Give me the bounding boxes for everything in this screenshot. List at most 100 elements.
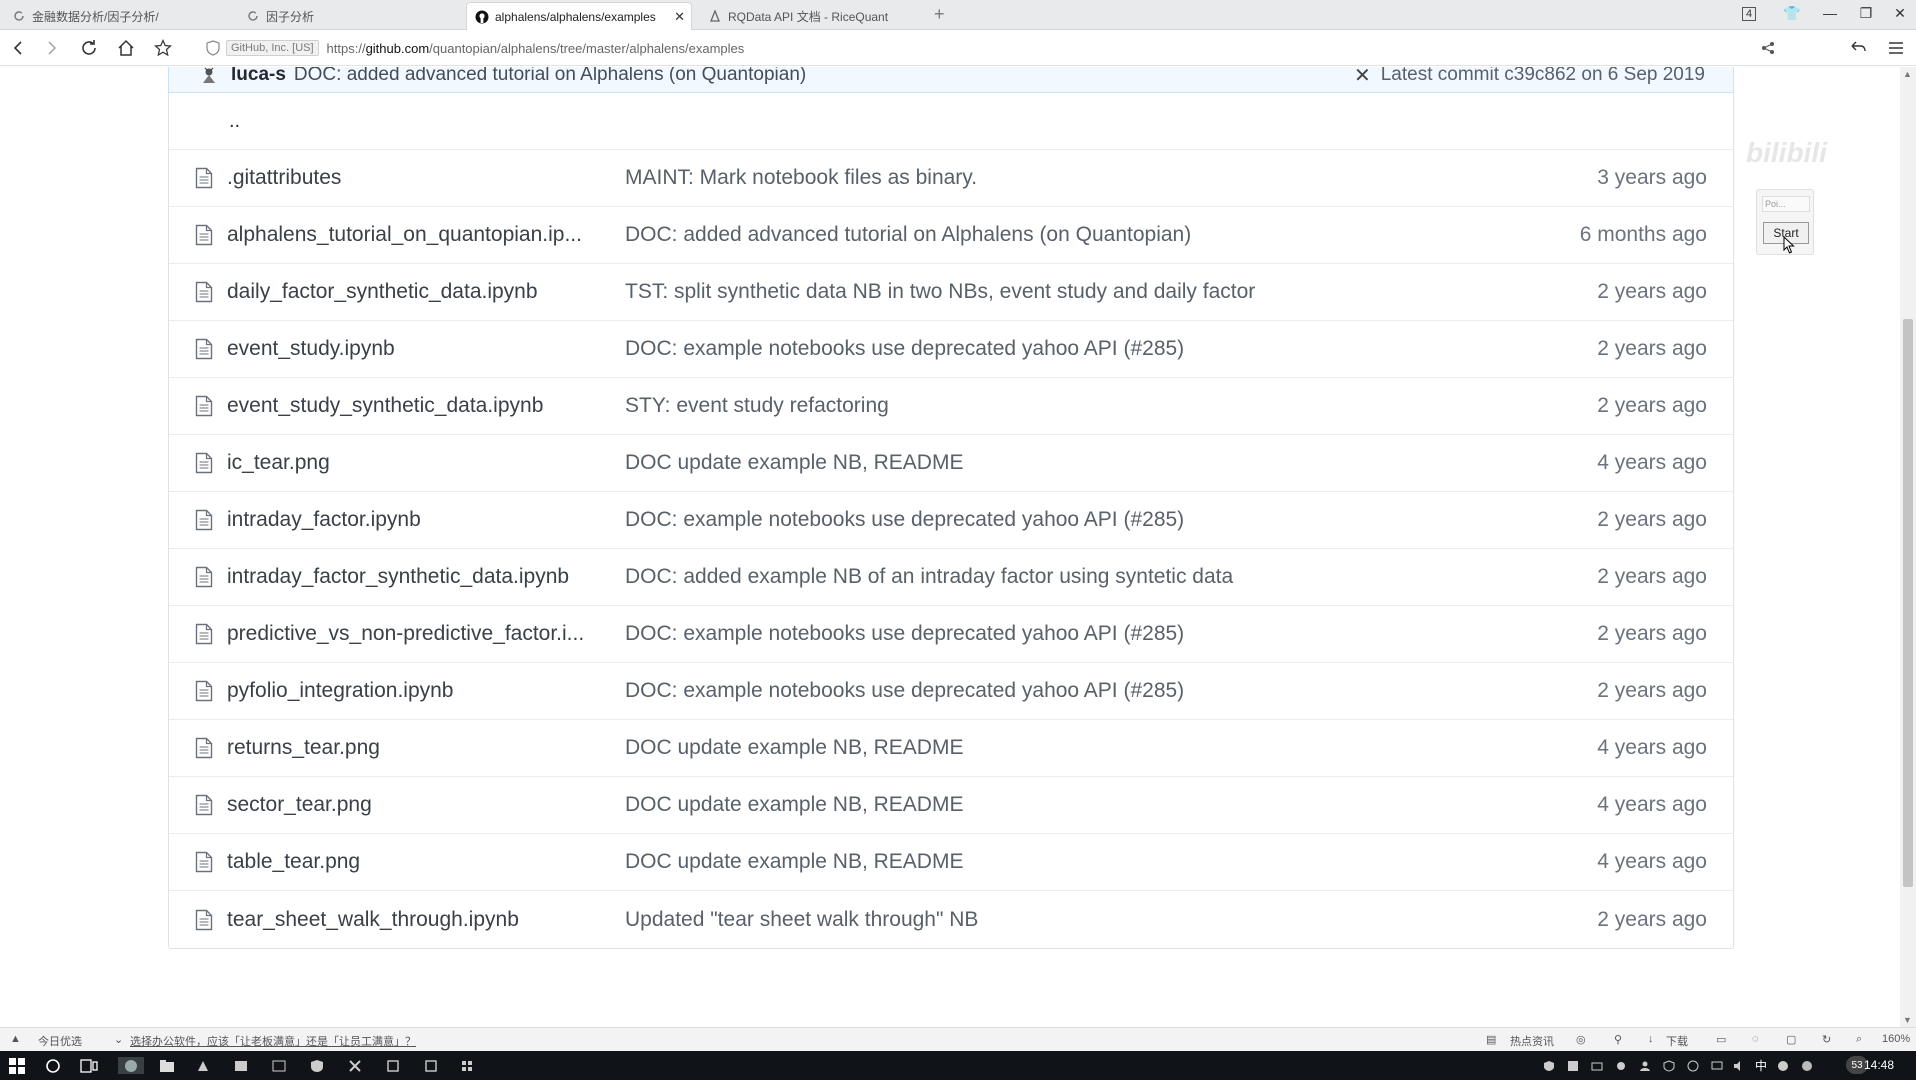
search-icon[interactable]	[44, 1057, 62, 1074]
commit-message-link[interactable]: DOC update example NB, README	[625, 793, 1527, 817]
editor-icon[interactable]	[346, 1057, 364, 1074]
tray-network-icon[interactable]	[1588, 1057, 1606, 1074]
tab-count-badge[interactable]: 4	[1742, 7, 1756, 21]
file-name-link[interactable]: returns_tear.png	[227, 736, 607, 760]
tray-app-icon[interactable]	[1564, 1057, 1582, 1074]
widget-input[interactable]: Poi...	[1762, 196, 1810, 212]
tray-shield2-icon[interactable]	[1660, 1057, 1678, 1074]
page-icon[interactable]: ▢	[1786, 1033, 1796, 1046]
commit-message-link[interactable]: DOC: example notebooks use deprecated ya…	[625, 337, 1527, 361]
tab-financial-analysis[interactable]: 金融数据分析/因子分析/	[4, 2, 226, 30]
tray-wechat-icon[interactable]	[1798, 1057, 1816, 1074]
hot-news-link[interactable]: 热点资讯	[1510, 1033, 1554, 1049]
refresh-icon[interactable]: ↻	[1822, 1033, 1831, 1046]
scroll-down-icon[interactable]: ▼	[1903, 1015, 1912, 1025]
windows-start-icon[interactable]	[8, 1057, 26, 1074]
shirt-icon[interactable]: 👕	[1782, 5, 1802, 22]
undo-icon[interactable]	[1848, 38, 1868, 58]
browser-app-icon[interactable]	[118, 1057, 144, 1074]
zoom-level[interactable]: 160%	[1882, 1033, 1910, 1045]
file-name-link[interactable]: intraday_factor_synthetic_data.ipynb	[227, 565, 607, 589]
close-tab-icon[interactable]: ✕	[674, 9, 685, 25]
pin-icon[interactable]: ⚲	[1614, 1033, 1622, 1046]
commit-message-link[interactable]: MAINT: Mark notebook files as binary.	[625, 166, 1527, 190]
file-explorer-icon[interactable]	[158, 1057, 176, 1074]
home-icon[interactable]	[116, 38, 136, 58]
zoom-icon[interactable]: ⌕	[1856, 1033, 1862, 1046]
commit-message-link[interactable]: DOC update example NB, README	[625, 850, 1527, 874]
tray-s-icon[interactable]	[1774, 1057, 1792, 1074]
address-bar[interactable]: GitHub, Inc. [US] https://github.com/qua…	[206, 35, 1746, 61]
file-name-link[interactable]: tear_sheet_walk_through.ipynb	[227, 908, 607, 932]
restore-icon[interactable]: ❐	[1856, 5, 1876, 22]
tab-alphalens-examples[interactable]: alphalens/alphalens/examples ✕	[466, 2, 692, 30]
tab-rqdata-api[interactable]: RQData API 文档 - RiceQuant	[700, 2, 922, 30]
terminal-icon[interactable]	[270, 1057, 288, 1074]
file-name-link[interactable]: daily_factor_synthetic_data.ipynb	[227, 280, 607, 304]
new-tab-button[interactable]: +	[934, 4, 945, 25]
window-icon[interactable]: ▭	[1716, 1033, 1726, 1046]
parent-directory-link[interactable]: ..	[169, 93, 1733, 150]
task-view-icon[interactable]	[80, 1057, 98, 1074]
file-name-link[interactable]: event_study_synthetic_data.ipynb	[227, 394, 607, 418]
file-name-link[interactable]: alphalens_tutorial_on_quantopian.ip...	[227, 223, 607, 247]
browser-icon[interactable]: ◎	[1576, 1033, 1586, 1046]
file-name-link[interactable]: predictive_vs_non-predictive_factor.i...	[227, 622, 607, 646]
share-icon[interactable]	[1758, 38, 1778, 58]
file-name-link[interactable]: event_study.ipynb	[227, 337, 607, 361]
download-link[interactable]: 下载	[1666, 1033, 1688, 1049]
file-name-link[interactable]: sector_tear.png	[227, 793, 607, 817]
recommend-icon[interactable]: ▲	[10, 1033, 21, 1045]
speed-icon[interactable]: ◌	[1752, 1033, 1759, 1045]
chevron-down-icon[interactable]: ⌄	[114, 1033, 123, 1046]
scrollbar-thumb[interactable]	[1903, 319, 1913, 887]
news-icon[interactable]: ▤	[1486, 1033, 1496, 1046]
commit-message-link[interactable]: DOC update example NB, README	[625, 736, 1527, 760]
ime-indicator[interactable]: 中	[1752, 1057, 1770, 1074]
tray-cloud-icon[interactable]	[1612, 1057, 1630, 1074]
close-window-icon[interactable]: ✕	[1890, 5, 1910, 22]
commit-message-link[interactable]: DOC: example notebooks use deprecated ya…	[625, 622, 1527, 646]
download-icon[interactable]: ↓	[1648, 1033, 1654, 1045]
today-picks-link[interactable]: 今日优选	[38, 1033, 82, 1049]
file-name-link[interactable]: intraday_factor.ipynb	[227, 508, 607, 532]
close-icon[interactable]: ✕	[1354, 67, 1371, 88]
tab-factor-analysis[interactable]: 因子分析	[238, 2, 460, 30]
shield-app-icon[interactable]	[308, 1057, 326, 1074]
commit-message-link[interactable]: DOC update example NB, README	[625, 451, 1527, 475]
latest-commit-text[interactable]: Latest commit c39c862 on 6 Sep 2019	[1381, 67, 1705, 86]
file-name-link[interactable]: ic_tear.png	[227, 451, 607, 475]
volume-icon[interactable]	[1730, 1057, 1748, 1074]
tray-display-icon[interactable]	[1708, 1057, 1726, 1074]
forward-icon[interactable]	[42, 38, 62, 58]
file-name-link[interactable]: pyfolio_integration.ipynb	[227, 679, 607, 703]
commit-message-link[interactable]: STY: event study refactoring	[625, 394, 1527, 418]
back-icon[interactable]	[8, 38, 28, 58]
commit-message-link[interactable]: DOC: added example NB of an intraday fac…	[625, 565, 1527, 589]
commit-message-link[interactable]: TST: split synthetic data NB in two NBs,…	[625, 280, 1527, 304]
commit-message-link[interactable]: DOC: added advanced tutorial on Alphalen…	[625, 223, 1527, 247]
commit-message-link[interactable]: Updated "tear sheet walk through" NB	[625, 908, 1527, 932]
certificate-badge[interactable]: GitHub, Inc. [US]	[226, 40, 319, 56]
menu-icon[interactable]	[1886, 38, 1906, 58]
reload-icon[interactable]	[79, 38, 99, 58]
tray-shield-icon[interactable]	[1540, 1057, 1558, 1074]
window-app-icon[interactable]	[384, 1057, 402, 1074]
avatar[interactable]	[199, 67, 219, 85]
news-ticker-link[interactable]: 选择办公软件，应该「让老板满意」还是「让员工满意」？	[130, 1033, 416, 1049]
app-icon[interactable]	[194, 1057, 212, 1074]
media-icon[interactable]	[232, 1057, 250, 1074]
commit-message-link[interactable]: DOC: example notebooks use deprecated ya…	[625, 679, 1527, 703]
minimize-icon[interactable]: —	[1820, 5, 1840, 21]
vertical-scrollbar[interactable]: ▲ ▼	[1900, 67, 1916, 1027]
file-name-link[interactable]: table_tear.png	[227, 850, 607, 874]
file-name-link[interactable]: .gitattributes	[227, 166, 607, 190]
tray-user-icon[interactable]	[1636, 1057, 1654, 1074]
grid-app-icon[interactable]	[458, 1057, 476, 1074]
commit-message[interactable]: DOC: added advanced tutorial on Alphalen…	[294, 67, 806, 86]
bookmark-star-icon[interactable]	[153, 38, 173, 58]
scroll-up-icon[interactable]: ▲	[1903, 69, 1912, 79]
commit-author[interactable]: luca-s	[231, 67, 286, 86]
notes-app-icon[interactable]	[422, 1057, 440, 1074]
commit-message-link[interactable]: DOC: example notebooks use deprecated ya…	[625, 508, 1527, 532]
